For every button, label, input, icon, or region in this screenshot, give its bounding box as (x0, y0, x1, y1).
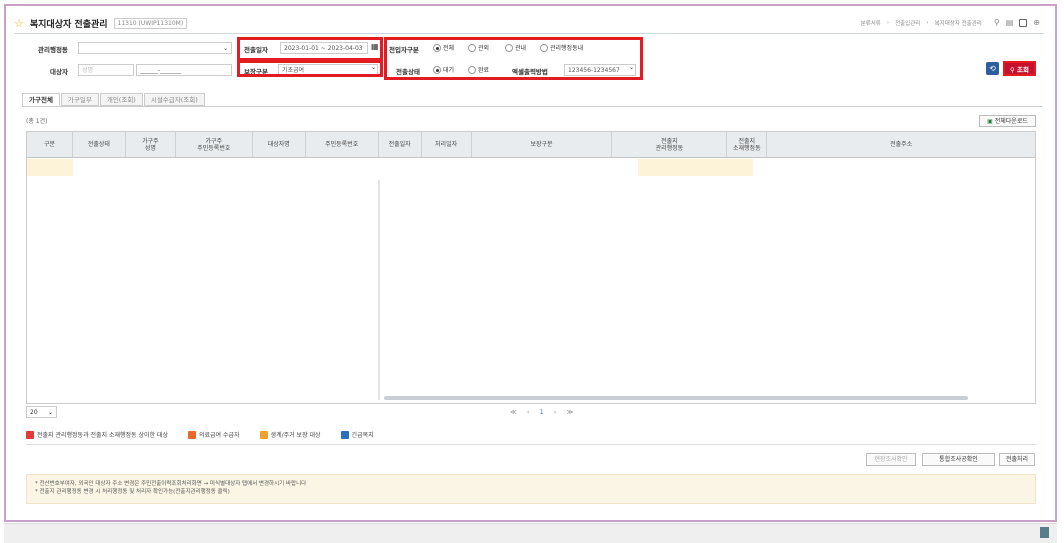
program-id: 11310 (UWIP11310M) (113, 17, 188, 29)
frozen-column-divider (378, 180, 380, 400)
highlight-box-protection (237, 60, 383, 77)
tab-facility[interactable]: 시설수급자(조회) (143, 93, 205, 106)
pin-icon[interactable]: ⚲ (994, 18, 1000, 27)
column-header[interactable]: 전출지 관리행정동 (612, 132, 728, 157)
search-button[interactable]: ⚲ 조회 (1003, 61, 1036, 76)
legend-item: 의료급여 수급자 (187, 430, 240, 439)
notice-line: * 전산번호부여자, 외국인 대상자 주소 변경은 주민전출이력조회처리화면 →… (35, 481, 307, 487)
page-nav: ≪ ‹ 1 › ≫ (510, 408, 577, 416)
admin-dong-label: 관리행정동 (38, 46, 68, 54)
taskbar (4, 523, 1057, 543)
tab-bar: 가구전체 가구일부 개인(조회) 시설수급자(조회) (22, 93, 206, 106)
column-header[interactable]: 가구주 주민등록번호 (176, 132, 253, 157)
pagination: 20 ⌄ ≪ ‹ 1 › ≫ (26, 406, 1036, 420)
breadcrumb-item[interactable]: 분류서류 (861, 19, 881, 27)
confirm-survey-button[interactable]: 현장조사확인 (866, 453, 916, 466)
excel-download-label: 전체다운로드 (994, 118, 1028, 125)
corner-icon[interactable] (1040, 527, 1049, 538)
record-count: (총 1건) (26, 118, 48, 125)
window-icon[interactable] (1019, 18, 1028, 27)
legend-label: 의료급여 수급자 (198, 432, 240, 439)
legend-item: 긴급복지 (340, 430, 374, 439)
column-header[interactable]: 전출상태 (73, 132, 126, 157)
favorite-star-icon[interactable]: ☆ (14, 17, 24, 30)
chevron-down-icon: ⌄ (47, 409, 53, 416)
next-page-button[interactable]: › ≫ (554, 408, 577, 416)
page-size-value: 20 (30, 409, 38, 416)
notice-box: * 전산번호부여자, 외국인 대상자 주소 변경은 주민전출이력조회처리화면 →… (26, 474, 1036, 504)
excel-download-button[interactable]: ▣ 전체다운로드 (979, 115, 1036, 127)
column-header[interactable]: 구분 (27, 132, 73, 157)
title-divider (14, 33, 1044, 34)
tab-household-all[interactable]: 가구전체 (22, 93, 60, 106)
reset-button[interactable]: ⟲ (986, 62, 999, 75)
legend: 전출지 관리행정동과 전출지 소재행정동 상이한 대상 의료급여 수급자 생계/… (26, 430, 394, 439)
admin-dong-select[interactable]: ⌄ (78, 42, 232, 54)
table-row[interactable] (27, 159, 1035, 176)
tab-divider (22, 106, 1042, 107)
tab-household-partial[interactable]: 가구일부 (60, 93, 99, 106)
column-header[interactable]: 전출주소 (767, 132, 1035, 157)
column-header[interactable]: 보장구분 (472, 132, 613, 157)
column-header[interactable]: 가구주 성명 (126, 132, 176, 157)
column-header[interactable]: 대상자명 (253, 132, 306, 157)
column-header[interactable]: 전출지 소재행정동 (727, 132, 768, 157)
legend-swatch (187, 430, 196, 439)
data-grid: 구분 전출상태 가구주 성명 가구주 주민등록번호 대상자명 주민등록번호 전출… (26, 131, 1036, 404)
current-page[interactable]: 1 (540, 408, 548, 416)
highlight-box-options (384, 37, 643, 80)
highlight-cell[interactable] (27, 159, 73, 176)
column-header[interactable]: 주민등록번호 (306, 132, 379, 157)
legend-item: 생계/주거 보장 대상 (259, 430, 321, 439)
prev-page-button[interactable]: ≪ ‹ (510, 408, 533, 416)
target-rrn-input[interactable]: ______-_______ (136, 64, 232, 76)
target-name-input[interactable]: 성명 (78, 64, 134, 76)
legend-divider (26, 444, 1036, 445)
chevron-down-icon: ⌄ (222, 45, 228, 52)
integrated-notice-button[interactable]: 통합조사공확인 (922, 453, 995, 466)
legend-label: 긴급복지 (351, 432, 374, 439)
legend-item: 전출지 관리행정동과 전출지 소재행정동 상이한 대상 (26, 430, 168, 439)
page-title: 복지대상자 전출관리 (29, 19, 108, 30)
legend-swatch (340, 430, 349, 439)
highlight-cell[interactable] (638, 159, 753, 176)
column-header[interactable]: 전출일자 (379, 132, 422, 157)
legend-swatch (26, 430, 34, 439)
page-size-select[interactable]: 20 ⌄ (26, 406, 57, 418)
title-bar: ☆ 복지대상자 전출관리 11310 (UWIP11310M) (14, 16, 188, 30)
legend-swatch (259, 430, 268, 439)
breadcrumb-item[interactable]: 전출입관리 (895, 19, 920, 27)
breadcrumb: 분류서류 › 전출입관리 › 복지대상자 전출관리 ⚲ ▤ ⊕ (860, 18, 1040, 27)
column-header[interactable]: 처리일자 (422, 132, 472, 157)
document-icon[interactable]: ▤ (1006, 18, 1014, 27)
breadcrumb-item[interactable]: 복지대상자 전출관리 (935, 19, 982, 27)
help-icon[interactable]: ⊕ (1033, 18, 1040, 27)
notice-line: * 전출지 관리행정동 변경 시 처리행정동 및 처리자 확인가능(전출지관리행… (35, 489, 230, 495)
target-label: 대상자 (50, 68, 68, 76)
tab-individual[interactable]: 개인(조회) (99, 93, 143, 106)
search-button-label: 조회 (1017, 66, 1029, 74)
horizontal-scrollbar[interactable] (384, 396, 968, 400)
search-icon: ⚲ (1010, 66, 1015, 74)
legend-label: 전출지 관리행정동과 전출지 소재행정동 상이한 대상 (37, 432, 168, 439)
highlight-box-date (237, 37, 383, 61)
transfer-process-button[interactable]: 전출처리 (999, 453, 1035, 466)
legend-label: 생계/주거 보장 대상 (270, 432, 321, 439)
excel-icon: ▣ (987, 118, 993, 125)
grid-header: 구분 전출상태 가구주 성명 가구주 주민등록번호 대상자명 주민등록번호 전출… (27, 132, 1035, 158)
